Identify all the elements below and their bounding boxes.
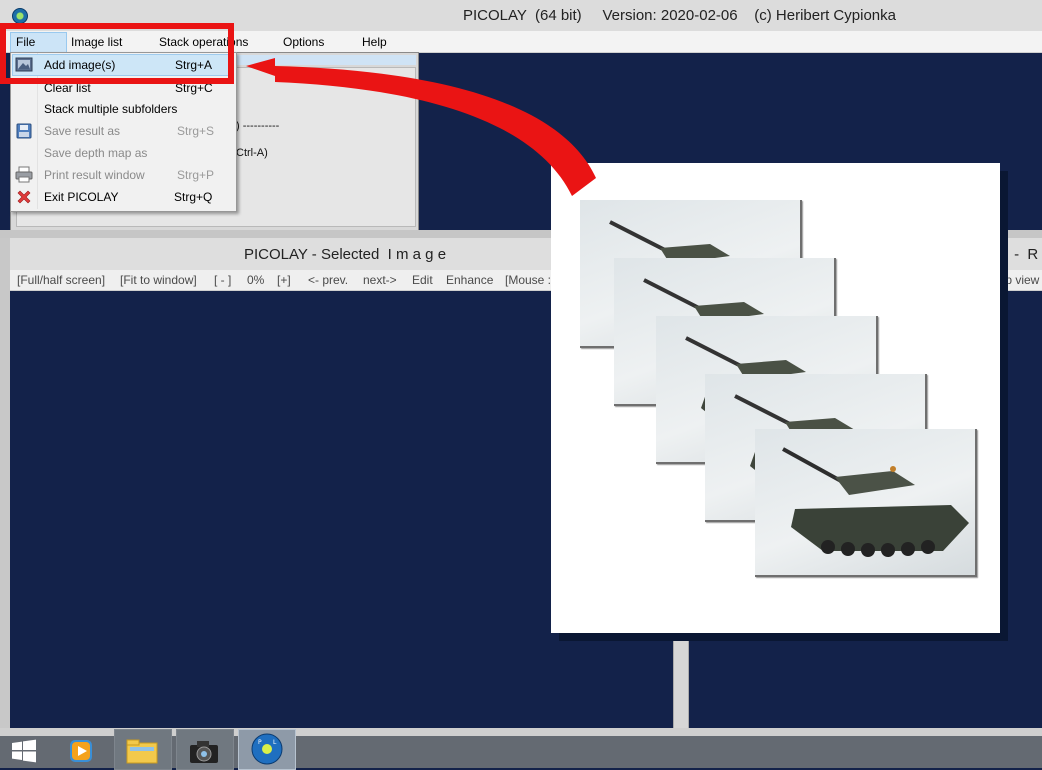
red-arrow	[246, 58, 596, 196]
